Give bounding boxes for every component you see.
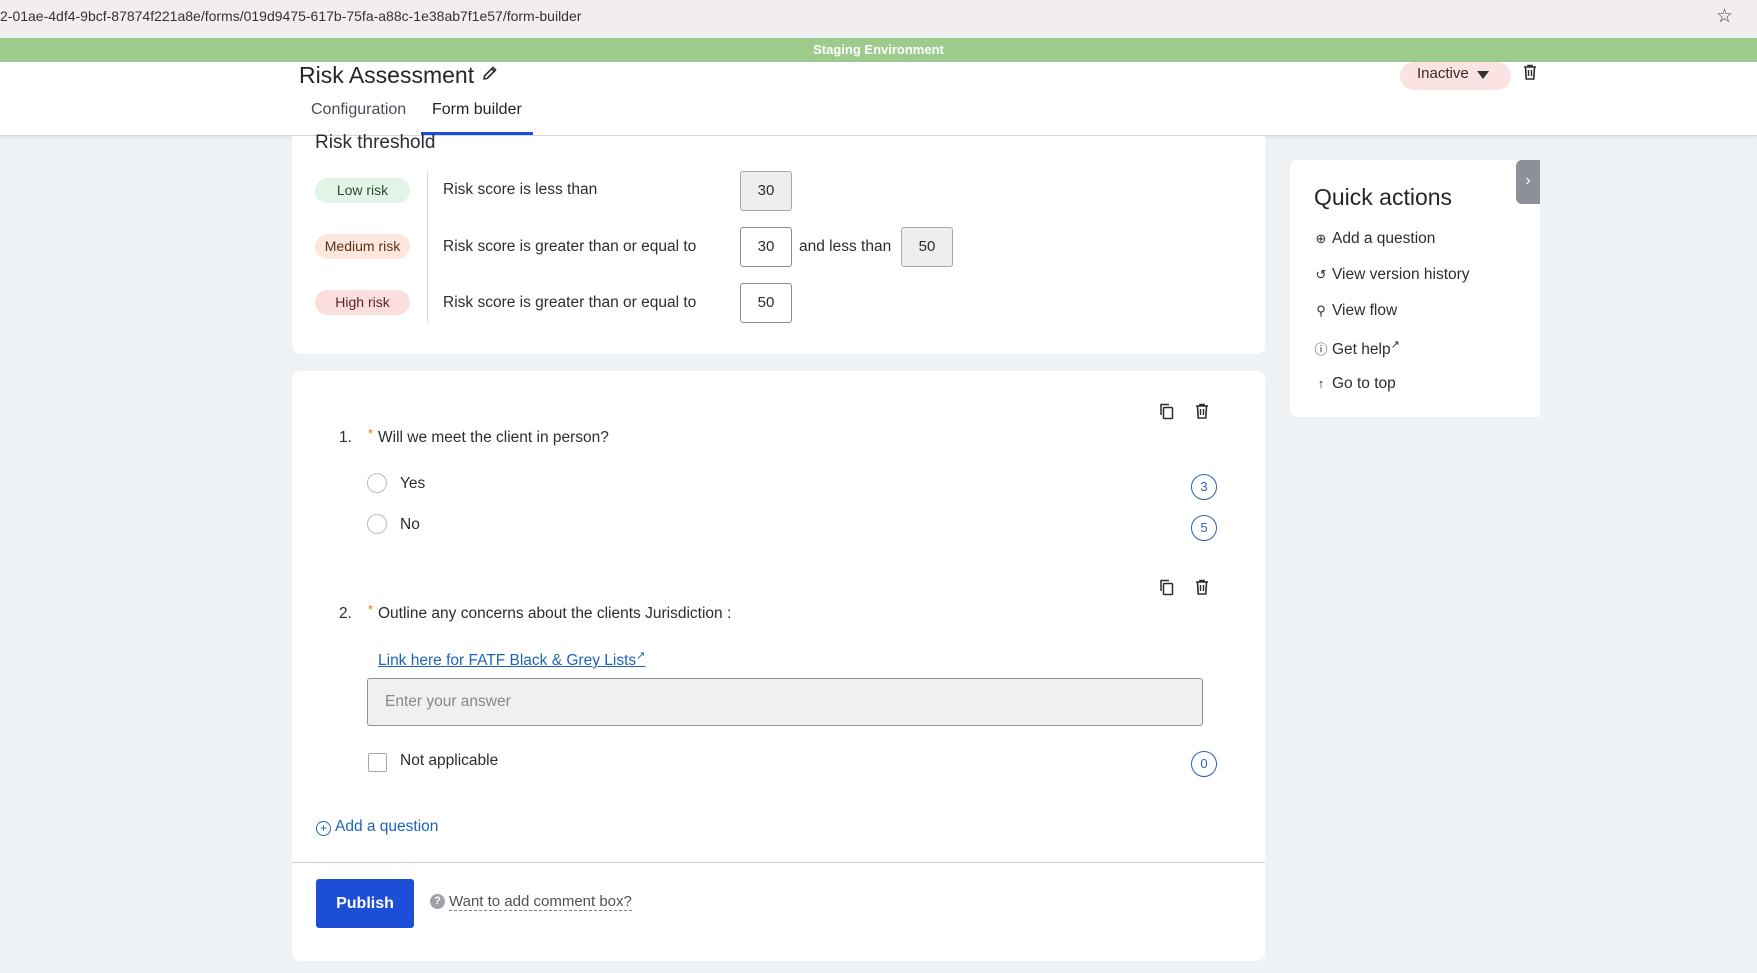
add-comment-box-link[interactable]: Want to add comment box? <box>449 893 632 911</box>
trash-icon[interactable] <box>1192 577 1212 597</box>
radio-button[interactable] <box>367 514 387 534</box>
page-title: Risk Assessment <box>299 62 475 88</box>
help-icon: ? <box>430 894 445 909</box>
staging-banner: Staging Environment <box>0 38 1757 62</box>
quick-actions-title: Quick actions <box>1314 184 1453 210</box>
medium-risk-badge: Medium risk <box>315 234 410 259</box>
bookmark-star-icon[interactable]: ☆ <box>1716 5 1733 28</box>
required-mark: * <box>368 426 374 441</box>
quick-action-version-history[interactable]: ↺ View version history <box>1314 266 1470 284</box>
caret-down-icon <box>1477 71 1489 79</box>
external-link-icon: ↗ <box>1390 339 1400 351</box>
fatf-link-label: Link here for FATF Black & Grey Lists <box>378 652 637 670</box>
score-badge[interactable]: 3 <box>1191 474 1217 500</box>
quick-action-label: View version history <box>1332 266 1470 283</box>
status-label: Inactive <box>1417 65 1469 82</box>
collapse-panel-chevron-icon[interactable]: › <box>1516 160 1540 204</box>
question-number: 1. <box>339 429 352 446</box>
section-title: Risk threshold <box>315 132 436 153</box>
status-dropdown[interactable]: Inactive <box>1400 62 1511 90</box>
medium-risk-rule: Risk score is greater than or equal to <box>443 238 697 255</box>
low-risk-rule: Risk score is less than <box>443 181 598 198</box>
trash-icon[interactable] <box>1192 401 1212 421</box>
risk-threshold-card: Risk threshold Low risk Risk score is le… <box>292 132 1265 354</box>
tab-form-builder[interactable]: Form builder <box>421 101 533 135</box>
quick-action-view-flow[interactable]: ⚲ View flow <box>1314 302 1397 320</box>
low-risk-badge: Low risk <box>315 178 410 203</box>
duplicate-icon[interactable] <box>1157 577 1177 597</box>
plus-circle-icon: + <box>316 821 331 836</box>
divider <box>427 171 428 323</box>
tab-configuration[interactable]: Configuration <box>300 101 417 135</box>
high-risk-threshold-input[interactable]: 50 <box>740 283 792 323</box>
answer-input[interactable] <box>367 678 1203 726</box>
duplicate-icon[interactable] <box>1157 401 1177 421</box>
pencil-icon[interactable] <box>481 64 499 82</box>
option-label[interactable]: Yes <box>400 475 425 493</box>
medium-risk-upper-input: 50 <box>901 227 953 267</box>
required-mark: * <box>368 602 374 617</box>
external-link-icon: ↗ <box>636 650 646 662</box>
low-risk-threshold-input: 30 <box>740 171 792 211</box>
not-applicable-checkbox[interactable] <box>368 753 387 772</box>
quick-action-add-question[interactable]: ⊕ Add a question <box>1314 230 1436 248</box>
trash-icon[interactable] <box>1520 62 1540 82</box>
high-risk-rule: Risk score is greater than or equal to <box>443 294 697 311</box>
question-text[interactable]: Outline any concerns about the clients J… <box>378 605 731 623</box>
add-question-button[interactable]: + Add a question <box>316 818 438 836</box>
option-label[interactable]: No <box>400 516 420 534</box>
high-risk-badge: High risk <box>315 290 410 315</box>
quick-actions-panel: Quick actions ⊕ Add a question ↺ View vers… <box>1290 160 1540 417</box>
questions-card: 1. * Will we meet the client in person? … <box>292 371 1265 961</box>
fatf-link[interactable]: Link here for FATF Black & Grey Lists↗ <box>378 649 645 670</box>
quick-action-label: Go to top <box>1332 375 1396 392</box>
arrow-up-icon: ↑ <box>1317 376 1325 391</box>
browser-url-bar: 2-01ae-4df4-9bcf-87874f221a8e/forms/019d… <box>0 0 1757 34</box>
score-badge[interactable]: 0 <box>1191 751 1217 777</box>
url-text[interactable]: 2-01ae-4df4-9bcf-87874f221a8e/forms/019d… <box>0 8 581 24</box>
quick-action-label: Add a question <box>1332 230 1436 247</box>
question-text[interactable]: Will we meet the client in person? <box>378 429 609 447</box>
flow-icon: ⚲ <box>1316 303 1326 318</box>
divider <box>292 862 1265 863</box>
history-icon: ↺ <box>1315 267 1327 282</box>
publish-button[interactable]: Publish <box>316 879 414 928</box>
radio-button[interactable] <box>367 473 387 493</box>
page-header: Risk Assessment Configuration Form build… <box>0 62 1757 136</box>
quick-action-get-help[interactable]: ⓘ Get help↗ <box>1314 338 1400 359</box>
medium-risk-lower-input[interactable]: 30 <box>740 227 792 267</box>
question-number: 2. <box>339 605 352 622</box>
medium-risk-and-text: and less than <box>799 238 892 255</box>
add-question-label: Add a question <box>335 818 439 835</box>
score-badge[interactable]: 5 <box>1191 515 1217 541</box>
quick-action-label: Get help <box>1332 341 1391 359</box>
help-circle-icon: ⓘ <box>1314 342 1328 358</box>
not-applicable-label[interactable]: Not applicable <box>400 752 498 770</box>
plus-circle-icon: ⊕ <box>1315 231 1327 246</box>
quick-action-go-to-top[interactable]: ↑ Go to top <box>1314 375 1396 393</box>
quick-action-label: View flow <box>1332 302 1398 319</box>
